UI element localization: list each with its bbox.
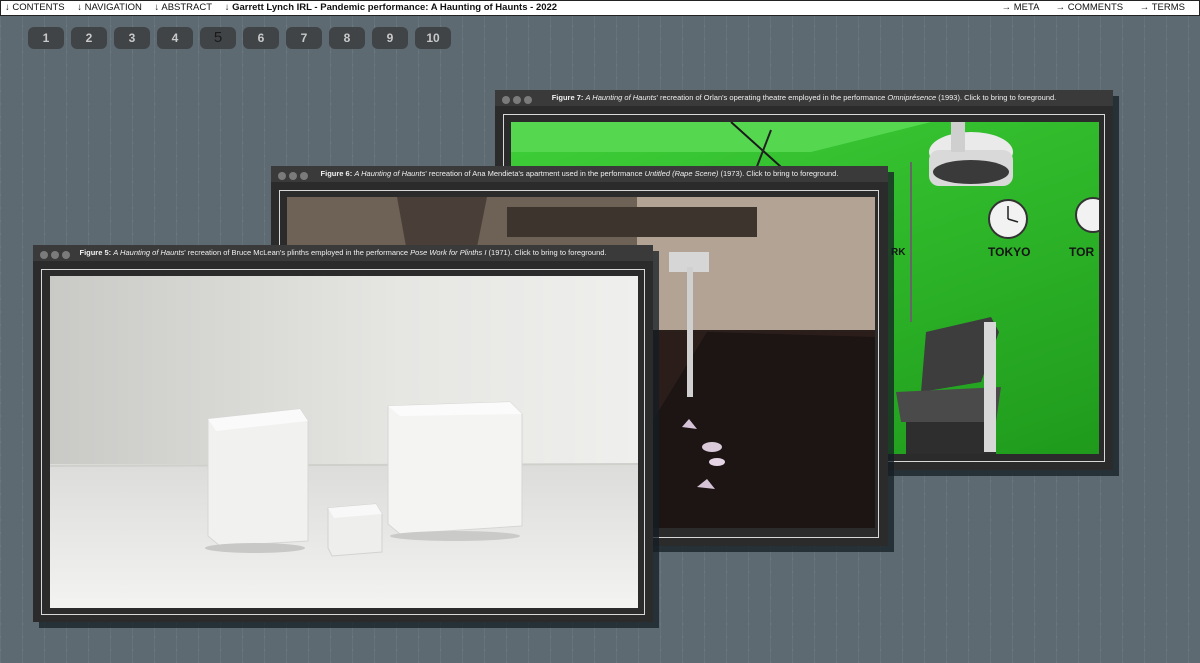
contents-link[interactable]: ↓ CONTENTS bbox=[5, 2, 65, 13]
figure-7-caption: Figure 7: A Haunting of Haunts' recreati… bbox=[552, 93, 1057, 102]
window-controls bbox=[278, 170, 311, 182]
figure-6-desc: ' recreation of Ana Mendieta's apartment… bbox=[425, 169, 645, 178]
maximize-dot-icon[interactable] bbox=[524, 96, 532, 104]
figure-5-work: Pose Work for Plinths I bbox=[410, 248, 487, 257]
page-button-3[interactable]: 3 bbox=[114, 27, 150, 49]
navigation-link[interactable]: ↓ NAVIGATION bbox=[77, 2, 142, 13]
figure-6-title: A Haunting of Haunts bbox=[354, 169, 426, 178]
window-controls bbox=[40, 249, 73, 261]
abstract-link[interactable]: ↓ ABSTRACT bbox=[155, 2, 213, 13]
terms-link[interactable]: → TERMS bbox=[1140, 2, 1185, 13]
page-button-7[interactable]: 7 bbox=[286, 27, 322, 49]
figure-6-label: Figure 6: bbox=[320, 169, 353, 178]
figure-5-titlebar[interactable]: Figure 5: A Haunting of Haunts' recreati… bbox=[33, 245, 653, 261]
figure-5-desc: ' recreation of Bruce McLean's plinths e… bbox=[184, 248, 411, 257]
window-controls bbox=[502, 94, 535, 106]
page-button-5[interactable]: 5 bbox=[200, 27, 236, 49]
figure-6-work: Untitled (Rape Scene) bbox=[644, 169, 719, 178]
figure-6-year: (1973). Click to bring to foreground. bbox=[718, 169, 839, 178]
top-nav-bar: ↓ CONTENTS ↓ NAVIGATION ↓ ABSTRACT ↓ Gar… bbox=[0, 0, 1200, 16]
top-nav-right: → META → COMMENTS → TERMS bbox=[988, 1, 1185, 15]
maximize-dot-icon[interactable] bbox=[62, 251, 70, 259]
figure-5-window[interactable]: Figure 5: A Haunting of Haunts' recreati… bbox=[33, 245, 653, 622]
close-dot-icon[interactable] bbox=[502, 96, 510, 104]
figure-7-label: Figure 7: bbox=[551, 93, 584, 102]
figure-6-caption: Figure 6: A Haunting of Haunts' recreati… bbox=[321, 169, 839, 178]
page-buttons: 1 2 3 4 5 6 7 8 9 10 bbox=[28, 27, 458, 49]
figure-5-label: Figure 5: bbox=[79, 248, 112, 257]
clock-label-newyork: RK bbox=[891, 247, 906, 258]
figure-5-caption: Figure 5: A Haunting of Haunts' recreati… bbox=[79, 248, 606, 257]
figure-6-titlebar[interactable]: Figure 6: A Haunting of Haunts' recreati… bbox=[271, 166, 888, 182]
meta-link[interactable]: → META bbox=[1002, 2, 1039, 13]
figure-7-year: (1993). Click to bring to foreground. bbox=[936, 93, 1057, 102]
page-button-10[interactable]: 10 bbox=[415, 27, 451, 49]
minimize-dot-icon[interactable] bbox=[513, 96, 521, 104]
page-button-2[interactable]: 2 bbox=[71, 27, 107, 49]
comments-link[interactable]: → COMMENTS bbox=[1056, 2, 1124, 13]
page-button-8[interactable]: 8 bbox=[329, 27, 365, 49]
minimize-dot-icon[interactable] bbox=[289, 172, 297, 180]
figure-7-titlebar[interactable]: Figure 7: A Haunting of Haunts' recreati… bbox=[495, 90, 1113, 106]
figure-5-image[interactable] bbox=[50, 276, 638, 608]
figure-7-work: Omniprésence bbox=[887, 93, 937, 102]
figure-5-title: A Haunting of Haunts bbox=[113, 248, 185, 257]
top-nav-left: ↓ CONTENTS ↓ NAVIGATION ↓ ABSTRACT ↓ Gar… bbox=[5, 1, 567, 15]
page-button-6[interactable]: 6 bbox=[243, 27, 279, 49]
figure-7-title: A Haunting of Haunts bbox=[585, 93, 657, 102]
clock-label-tokyo: TOKYO bbox=[988, 245, 1031, 259]
figure-5-year: (1971). Click to bring to foreground. bbox=[486, 248, 607, 257]
close-dot-icon[interactable] bbox=[278, 172, 286, 180]
minimize-dot-icon[interactable] bbox=[51, 251, 59, 259]
plinths-scene bbox=[50, 276, 638, 608]
page-button-4[interactable]: 4 bbox=[157, 27, 193, 49]
figure-7-desc: ' recreation of Orlan's operating theatr… bbox=[656, 93, 888, 102]
page-button-1[interactable]: 1 bbox=[28, 27, 64, 49]
close-dot-icon[interactable] bbox=[40, 251, 48, 259]
maximize-dot-icon[interactable] bbox=[300, 172, 308, 180]
clock-label-toronto: TOR bbox=[1069, 245, 1095, 259]
article-title-link[interactable]: ↓ Garrett Lynch IRL - Pandemic performan… bbox=[225, 2, 557, 13]
page-button-9[interactable]: 9 bbox=[372, 27, 408, 49]
